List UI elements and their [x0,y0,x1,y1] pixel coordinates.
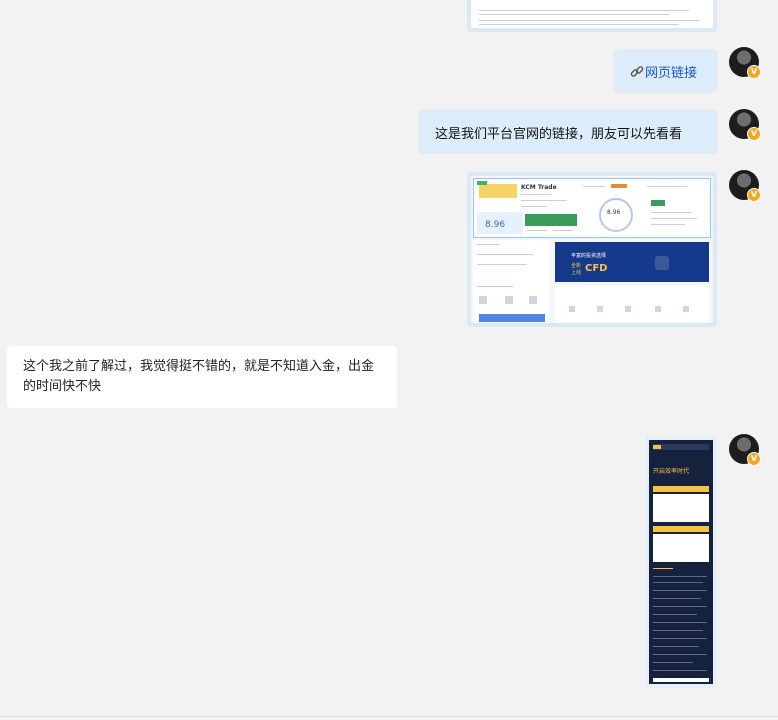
banner-line-1: 全新 [571,263,582,269]
poster-title: 开启效率时代 [653,468,690,475]
message-text: 这是我们平台官网的链接，朋友可以先看看 [435,127,683,142]
brand-name: KCM Trade [521,184,557,191]
customer-message-bubble[interactable]: 这个我之前了解过，我觉得挺不错的，就是不知道入金，出金的时间快不快 [7,346,397,408]
document-image-message[interactable] [467,0,717,32]
poster-image-message[interactable]: 开启效率时代 [645,436,717,688]
text-message-bubble[interactable]: 这是我们平台官网的链接，朋友可以先看看 [419,110,717,153]
brand-logo [479,184,517,198]
avatar[interactable]: V [729,109,761,141]
verified-badge-icon: V [747,188,761,202]
platform-screenshot-message[interactable]: KCM Trade 8.96 8.96 丰富的投资选择 全新 上线 CFD [467,172,717,327]
avatar[interactable]: V [729,47,761,79]
link-icon [630,64,644,78]
link-message-bubble[interactable]: 网页链接 [614,50,717,92]
verified-badge-icon: V [747,127,761,141]
verified-badge-icon: V [747,65,761,79]
chat-bottom-divider [0,716,778,717]
message-text: 这个我之前了解过，我觉得挺不错的，就是不知道入金，出金的时间快不快 [23,359,375,394]
facebook-icon [655,256,669,270]
avatar[interactable]: V [729,170,761,202]
banner-product: CFD [585,263,608,274]
avatar[interactable]: V [729,434,761,466]
banner-line-2: 上线 [571,270,582,276]
gauge-score: 8.96 [607,209,621,216]
banner-title: 丰富的投资选择 [571,253,607,259]
platform-score: 8.96 [485,220,506,230]
link-text[interactable]: 网页链接 [645,62,697,81]
verified-badge-icon: V [747,452,761,466]
